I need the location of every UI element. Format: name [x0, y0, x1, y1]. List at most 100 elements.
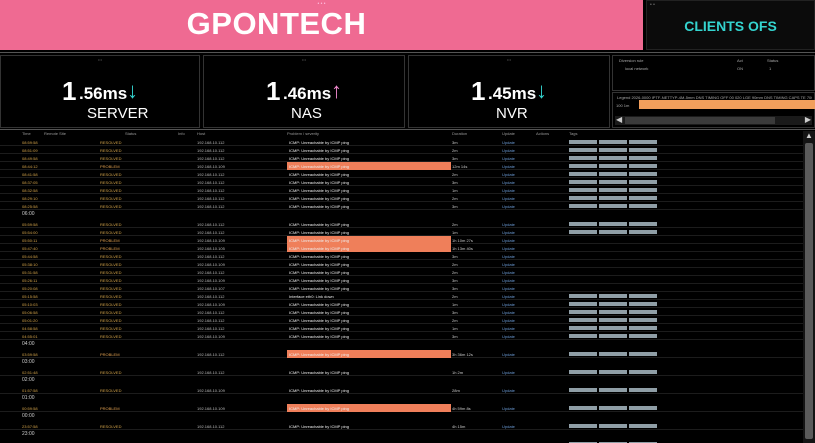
event-problem[interactable]: ICMP: Unreachable by ICMP ping	[289, 148, 349, 153]
update-link[interactable]: Update	[502, 196, 515, 201]
event-problem[interactable]: ICMP: Unreachable by ICMP ping	[289, 406, 349, 411]
tag-chip[interactable]	[629, 196, 657, 200]
event-host[interactable]: 192.168.10.112	[197, 326, 225, 331]
event-problem[interactable]: ICMP: Unreachable by ICMP ping	[289, 246, 349, 251]
column-header[interactable]: Actions	[536, 131, 549, 136]
event-problem[interactable]: ICMP: Unreachable by ICMP ping	[289, 370, 349, 375]
table-row[interactable]: 05:50:11 PROBLEM 192.168.10.109 ICMP: Unrea…	[0, 236, 803, 244]
update-link[interactable]: Update	[502, 278, 515, 283]
table-row[interactable]: 03:59:58 PROBLEM 192.168.10.112 ICMP: Unrea…	[0, 350, 803, 358]
tag-chip[interactable]	[629, 310, 657, 314]
table-row[interactable]: 05:10:03 RESOLVED 192.168.10.109 ICMP: Unre…	[0, 300, 803, 308]
update-link[interactable]: Update	[502, 294, 515, 299]
event-host[interactable]: 192.168.10.112	[197, 318, 225, 323]
update-link[interactable]: Update	[502, 188, 515, 193]
event-host[interactable]: 192.168.10.112	[197, 204, 225, 209]
tag-chip[interactable]	[599, 230, 627, 234]
event-host[interactable]: 192.168.10.112	[197, 294, 225, 299]
update-link[interactable]: Update	[502, 254, 515, 259]
event-problem[interactable]: ICMP: Unreachable by ICMP ping	[289, 424, 349, 429]
event-problem[interactable]: ICMP: Unreachable by ICMP ping	[289, 310, 349, 315]
tag-chip[interactable]	[569, 302, 597, 306]
column-header[interactable]: Time	[22, 131, 31, 136]
table-row[interactable]: 01:57:58 RESOLVED 192.168.10.109 ICMP: Unre…	[0, 386, 803, 394]
panel-menu-dots[interactable]: •••	[204, 57, 404, 62]
update-link[interactable]: Update	[502, 326, 515, 331]
column-header[interactable]: Host	[197, 131, 205, 136]
event-host[interactable]: 192.168.10.112	[197, 188, 225, 193]
tag-chip[interactable]	[599, 188, 627, 192]
update-link[interactable]: Update	[502, 318, 515, 323]
tag-chip[interactable]	[569, 388, 597, 392]
event-problem[interactable]: ICMP: Unreachable by ICMP ping	[289, 238, 349, 243]
table-row[interactable]: 05:59:58 RESOLVED 192.168.10.112 ICMP: Unre…	[0, 220, 803, 228]
event-host[interactable]: 192.168.10.112	[197, 254, 225, 259]
update-link[interactable]: Update	[502, 222, 515, 227]
column-header[interactable]: Info	[178, 131, 185, 136]
tag-chip[interactable]	[629, 180, 657, 184]
tag-chip[interactable]	[629, 294, 657, 298]
event-problem[interactable]: ICMP: Unreachable by ICMP ping	[289, 326, 349, 331]
table-row[interactable]: 05:54:00 RESOLVED 192.168.10.112 ICMP: Unre…	[0, 228, 803, 236]
scroll-thumb[interactable]	[625, 117, 775, 124]
event-problem[interactable]: ICMP: Unreachable by ICMP ping	[289, 352, 349, 357]
update-link[interactable]: Update	[502, 370, 515, 375]
scroll-left-icon[interactable]: ◀	[616, 115, 622, 124]
event-host[interactable]: 192.168.10.109	[197, 262, 225, 267]
table-row[interactable]: 08:59:58 RESOLVED 192.168.10.112 ICMP: Unre…	[0, 138, 803, 146]
tag-chip[interactable]	[569, 294, 597, 298]
table-row[interactable]: 05:26:11 RESOLVED 192.168.10.109 ICMP: Unre…	[0, 276, 803, 284]
tag-chip[interactable]	[569, 222, 597, 226]
table-row[interactable]: 08:44:12 PROBLEM 192.168.10.109 ICMP: Unrea…	[0, 162, 803, 170]
tag-chip[interactable]	[629, 156, 657, 160]
event-host[interactable]: 192.168.10.112	[197, 196, 225, 201]
tag-chip[interactable]	[569, 196, 597, 200]
update-link[interactable]: Update	[502, 270, 515, 275]
tag-chip[interactable]	[599, 326, 627, 330]
tag-chip[interactable]	[569, 230, 597, 234]
tag-chip[interactable]	[599, 222, 627, 226]
event-problem[interactable]: ICMP: Unreachable by ICMP ping	[289, 180, 349, 185]
tag-chip[interactable]	[629, 326, 657, 330]
tag-chip[interactable]	[569, 204, 597, 208]
tag-chip[interactable]	[629, 334, 657, 338]
tag-chip[interactable]	[569, 352, 597, 356]
tag-chip[interactable]	[629, 318, 657, 322]
update-link[interactable]: Update	[502, 204, 515, 209]
event-problem[interactable]: ICMP: Unreachable by ICMP ping	[289, 318, 349, 323]
event-host[interactable]: 192.168.10.112	[197, 140, 225, 145]
event-problem[interactable]: ICMP: Unreachable by ICMP ping	[289, 270, 349, 275]
event-problem[interactable]: ICMP: Unreachable by ICMP ping	[289, 188, 349, 193]
tag-chip[interactable]	[569, 318, 597, 322]
table-row[interactable]: 05:15:58 RESOLVED 192.168.10.112 Interface …	[0, 292, 803, 300]
panel-menu-dots[interactable]: •••	[1, 57, 199, 62]
event-problem[interactable]: ICMP: Unreachable by ICMP ping	[289, 196, 349, 201]
table-row[interactable]: 08:49:58 RESOLVED 192.168.10.112 ICMP: Unre…	[0, 154, 803, 162]
table-row[interactable]: 05:01:20 RESOLVED 192.168.10.112 ICMP: Unre…	[0, 316, 803, 324]
table-row[interactable]: 05:47:40 PROBLEM 192.168.10.105 ICMP: Unrea…	[0, 244, 803, 252]
update-link[interactable]: Update	[502, 424, 515, 429]
tag-chip[interactable]	[569, 424, 597, 428]
tag-chip[interactable]	[569, 140, 597, 144]
update-link[interactable]: Update	[502, 286, 515, 291]
update-link[interactable]: Update	[502, 148, 515, 153]
tag-chip[interactable]	[599, 388, 627, 392]
tag-chip[interactable]	[599, 180, 627, 184]
tag-chip[interactable]	[599, 318, 627, 322]
tag-chip[interactable]	[599, 334, 627, 338]
vertical-scrollbar[interactable]: ▲	[803, 131, 815, 443]
update-link[interactable]: Update	[502, 172, 515, 177]
event-host[interactable]: 192.168.10.112	[197, 370, 225, 375]
tag-chip[interactable]	[569, 148, 597, 152]
event-problem[interactable]: Interface eth0: Link down	[289, 294, 334, 299]
scroll-thumb[interactable]	[805, 143, 813, 439]
tag-chip[interactable]	[629, 388, 657, 392]
event-problem[interactable]: ICMP: Unreachable by ICMP ping	[289, 140, 349, 145]
tag-chip[interactable]	[569, 180, 597, 184]
tag-chip[interactable]	[599, 196, 627, 200]
tag-chip[interactable]	[599, 424, 627, 428]
panel-menu-dots[interactable]: •••	[409, 57, 609, 62]
event-host[interactable]: 192.168.10.107	[197, 286, 225, 291]
tag-chip[interactable]	[569, 156, 597, 160]
tag-chip[interactable]	[629, 148, 657, 152]
